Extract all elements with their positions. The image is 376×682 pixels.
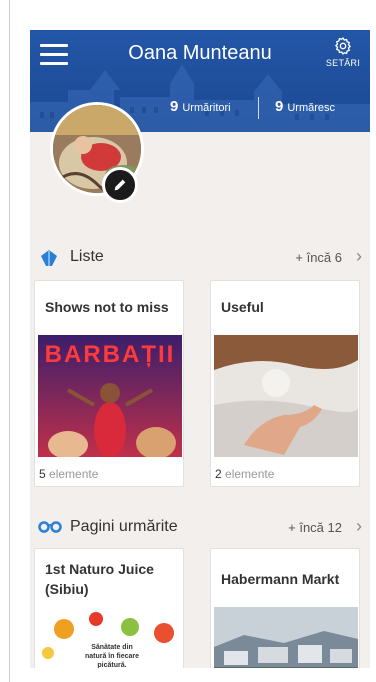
page-card-image: Sănătate din natură în fiecare picătură. — [38, 607, 182, 668]
list-card-title: Shows not to miss — [45, 299, 169, 315]
following-label: Urmăresc — [287, 102, 336, 114]
pages-more-link[interactable]: + încă 12 — [288, 520, 342, 535]
page-card[interactable]: Habermann Markt — [210, 548, 360, 668]
glasses-icon — [38, 521, 62, 533]
settings-label: SETĂRI — [325, 58, 361, 68]
pencil-icon — [114, 179, 126, 191]
lists-title: Liste — [70, 248, 104, 265]
list-card-image: BARBAȚII — [38, 335, 182, 457]
list-card-image — [214, 335, 358, 457]
settings-button[interactable]: SETĂRI — [322, 36, 364, 68]
list-card-count: 5 elemente — [39, 467, 99, 481]
page-card-title: 1st Naturo Juice (Sibiu) — [45, 561, 154, 597]
page-ad-text: Sănătate din natură în fiecare picătură. — [84, 644, 140, 668]
page-card[interactable]: 1st Naturo Juice (Sibiu) Sănătate din na… — [34, 548, 184, 668]
gear-icon — [334, 37, 352, 55]
page-card-image — [214, 607, 358, 668]
page-card-title: Habermann Markt — [221, 571, 340, 587]
lists-more-link[interactable]: + încă 6 — [295, 250, 342, 265]
following-count: 9 — [275, 98, 284, 115]
app-screen: Oana Munteanu SETĂRI 9 Urmăritori 9 Urmă… — [30, 30, 370, 668]
follow-divider — [258, 97, 259, 119]
poster-title: BARBAȚII — [44, 341, 176, 368]
list-card[interactable]: Useful 2 elemente — [210, 280, 360, 487]
chevron-right-icon[interactable]: › — [356, 246, 362, 267]
lists-icon — [41, 250, 57, 266]
pages-title: Pagini urmărite — [70, 518, 178, 535]
followers-count: 9 — [170, 98, 179, 115]
followers-link[interactable]: 9 Urmăritori — [170, 98, 231, 115]
pages-section-header: Pagini urmărite + încă 12 › — [30, 512, 370, 542]
chevron-right-icon[interactable]: › — [356, 516, 362, 537]
list-card-title: Useful — [221, 299, 264, 315]
list-card[interactable]: Shows not to miss BARBAȚII 5 elemente — [34, 280, 184, 487]
followers-label: Urmăritori — [182, 102, 231, 114]
list-card-count: 2 elemente — [215, 467, 275, 481]
edit-profile-button[interactable] — [102, 167, 138, 203]
page-title: Oana Munteanu — [128, 42, 272, 64]
left-divider — [9, 0, 10, 682]
following-link[interactable]: 9 Urmăresc — [275, 98, 335, 115]
lists-section-header: Liste + încă 6 › — [30, 242, 370, 272]
hamburger-icon[interactable] — [40, 44, 68, 66]
